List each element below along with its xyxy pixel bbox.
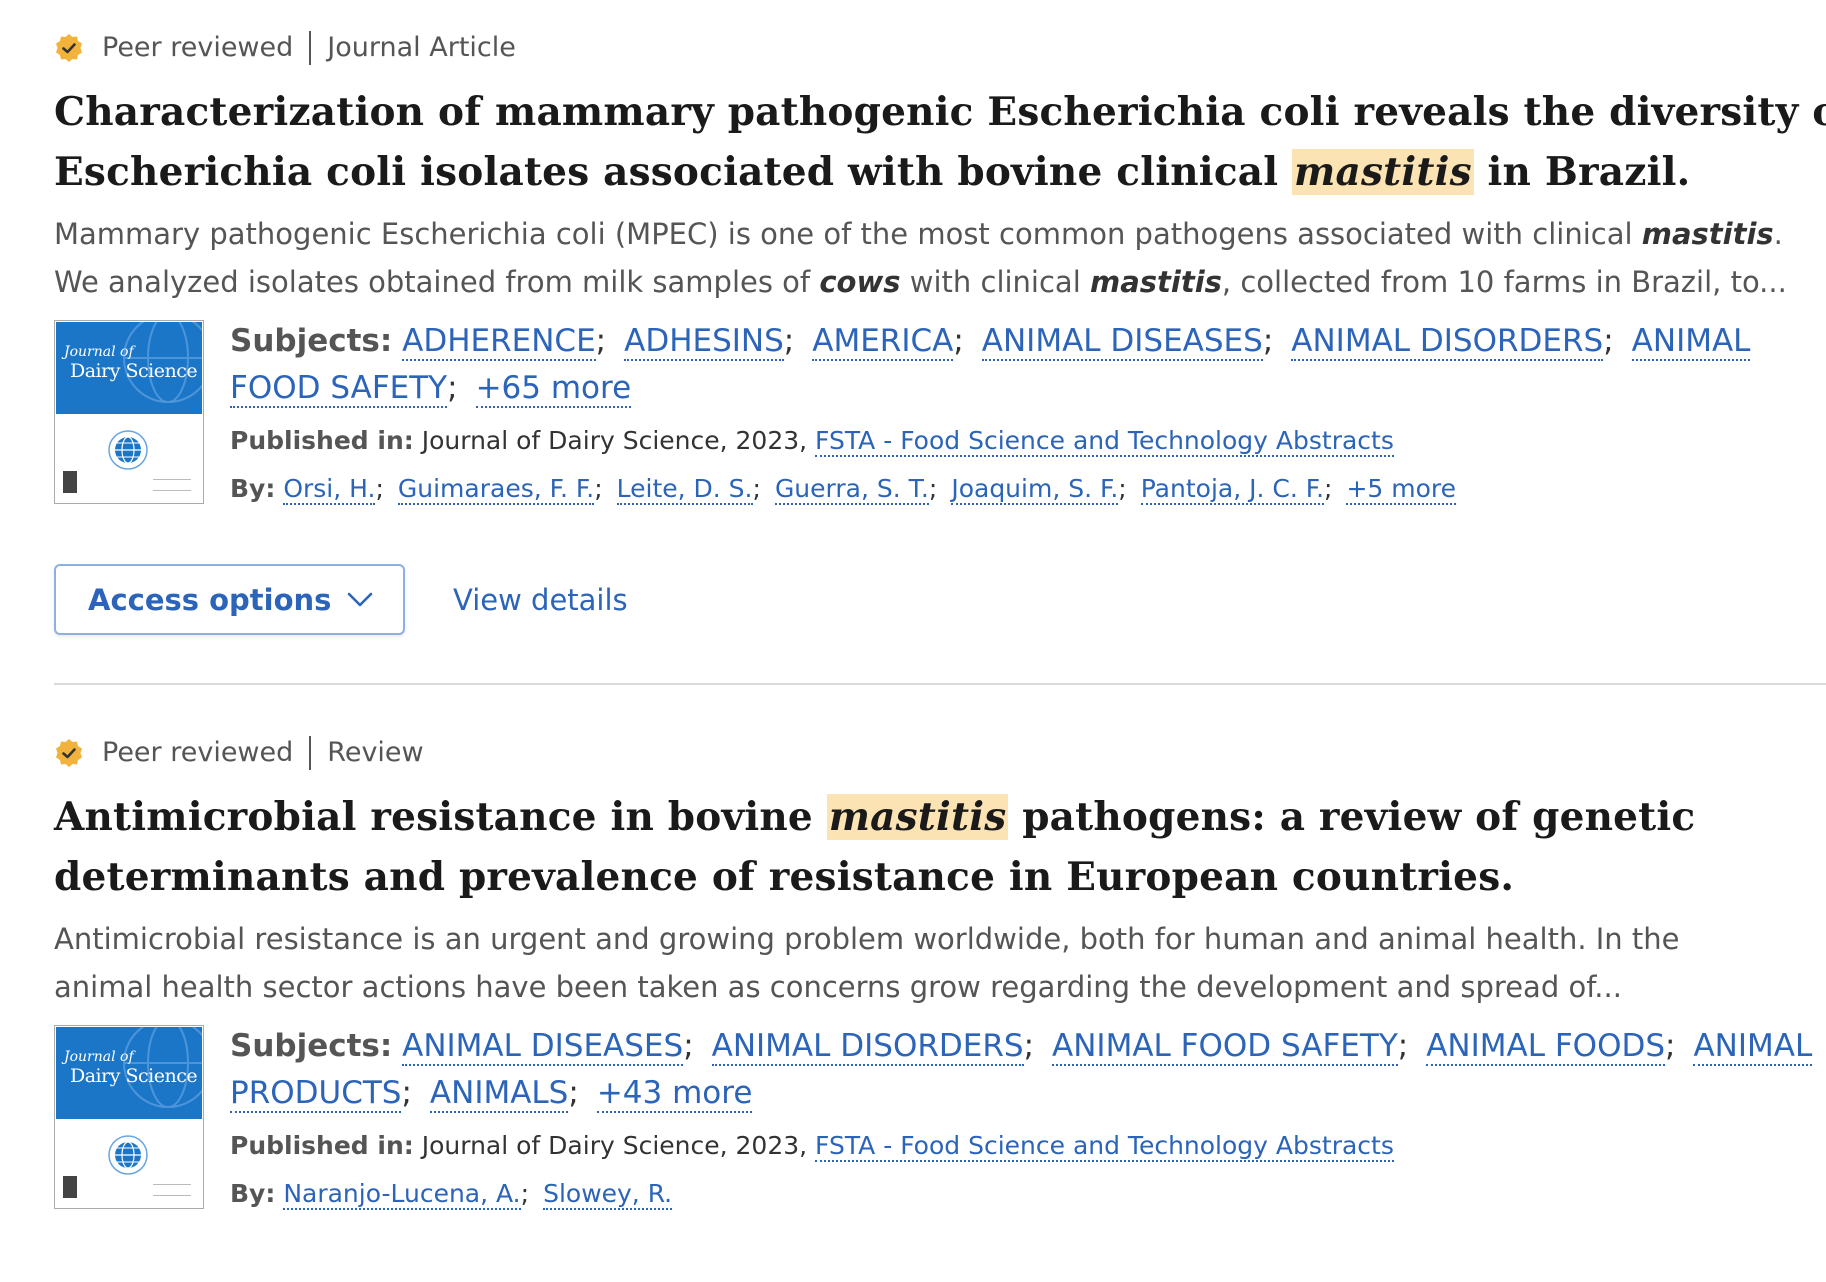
abstract-line: Mammary pathogenic Escherichia coli (MPE… bbox=[54, 217, 1783, 251]
subjects-label: Subjects: bbox=[230, 323, 393, 359]
cover-journal-name: Dairy Science bbox=[70, 1065, 198, 1087]
result-info: Subjects: ADHERENCE; ADHESINS; AMERICA; ANI… bbox=[230, 320, 1826, 508]
result-title[interactable]: Antimicrobial resistance in bovine masti… bbox=[54, 787, 1826, 907]
author-link[interactable]: Guimaraes, F. F. bbox=[397, 474, 595, 505]
subjects-label: Subjects: bbox=[230, 1028, 393, 1064]
access-options-button[interactable]: Access options bbox=[54, 564, 405, 635]
title-text: Escherichia coli isolates associated wit… bbox=[54, 149, 1293, 195]
authors-more-link[interactable]: +5 more bbox=[1346, 474, 1457, 505]
peer-reviewed-label: Peer reviewed bbox=[102, 737, 294, 768]
globe-icon bbox=[108, 430, 148, 470]
chevron-down-icon bbox=[347, 592, 373, 606]
title-text: pathogens: a review of genetic bbox=[1008, 794, 1696, 840]
result-detail: Journal of Dairy Science Subjects: bbox=[54, 320, 1826, 508]
view-details-link[interactable]: View details bbox=[453, 583, 628, 617]
result-abstract: Mammary pathogenic Escherichia coli (MPE… bbox=[54, 210, 1816, 306]
title-highlight: mastitis bbox=[826, 794, 1009, 840]
published-in: Published in: Journal of Dairy Science, … bbox=[230, 422, 1826, 460]
result-actions: Access options View details bbox=[54, 564, 1826, 635]
by-label: By: bbox=[230, 1179, 276, 1208]
abstract-line: Antimicrobial resistance is an urgent an… bbox=[54, 922, 1680, 956]
result-divider bbox=[54, 683, 1826, 685]
document-type: Review bbox=[327, 737, 424, 768]
subject-link[interactable]: ANIMALS bbox=[429, 1075, 569, 1113]
authors-list: By: Naranjo-Lucena, A.; Slowey, R. bbox=[230, 1179, 673, 1210]
cover-fine-print bbox=[153, 1184, 191, 1196]
journal-cover-image[interactable]: Journal of Dairy Science bbox=[54, 320, 204, 504]
author-link[interactable]: Leite, D. S. bbox=[616, 474, 753, 505]
authors-list: By: Orsi, H.; Guimaraes, F. F.; Leite, D. … bbox=[230, 474, 1457, 505]
document-type: Journal Article bbox=[327, 32, 516, 63]
verified-badge-icon bbox=[56, 34, 82, 62]
author-link[interactable]: Pantoja, J. C. F. bbox=[1140, 474, 1325, 505]
title-highlight: mastitis bbox=[1292, 149, 1474, 195]
published-in: Published in: Journal of Dairy Science, … bbox=[230, 1127, 1826, 1165]
result-abstract: Antimicrobial resistance is an urgent an… bbox=[54, 915, 1816, 1011]
title-line: determinants and prevalence of resistanc… bbox=[54, 854, 1515, 900]
cover-banner: Journal of Dairy Science bbox=[56, 322, 202, 414]
author-link[interactable]: Guerra, S. T. bbox=[774, 474, 929, 505]
title-line: Characterization of mammary pathogenic E… bbox=[54, 89, 1826, 135]
published-label: Published in: bbox=[230, 1131, 414, 1160]
subjects-list: Subjects: ADHERENCE; ADHESINS; AMERICA; ANI… bbox=[230, 323, 1751, 408]
subject-link[interactable]: ANIMAL DISEASES bbox=[981, 323, 1263, 361]
result-meta: Peer reviewed Journal Article bbox=[54, 28, 1826, 68]
subject-link[interactable]: ANIMAL DISORDERS bbox=[1291, 323, 1604, 361]
meta-divider bbox=[309, 736, 312, 770]
subject-link[interactable]: ANIMAL DISORDERS bbox=[711, 1028, 1024, 1066]
subject-link[interactable]: ADHESINS bbox=[624, 323, 784, 361]
title-line: Escherichia coli isolates associated wit… bbox=[54, 142, 1826, 202]
search-results: Peer reviewed Journal Article Characteri… bbox=[54, 28, 1826, 1213]
result-title[interactable]: Characterization of mammary pathogenic E… bbox=[54, 82, 1826, 202]
journal-cover-image[interactable]: Journal of Dairy Science bbox=[54, 1025, 204, 1209]
result-meta: Peer reviewed Review bbox=[54, 733, 1826, 773]
author-link[interactable]: Orsi, H. bbox=[283, 474, 376, 505]
subjects-list: Subjects: ANIMAL DISEASES; ANIMAL DISORDE… bbox=[230, 1028, 1813, 1113]
abstract-line: animal health sector actions have been t… bbox=[54, 970, 1622, 1004]
publisher-logo-icon bbox=[63, 471, 77, 493]
subjects-more-link[interactable]: +43 more bbox=[596, 1075, 753, 1113]
subjects-more-link[interactable]: +65 more bbox=[475, 370, 632, 408]
subject-link[interactable]: ADHERENCE bbox=[402, 323, 596, 361]
author-link[interactable]: Slowey, R. bbox=[543, 1179, 673, 1210]
cover-fine-print bbox=[153, 479, 191, 491]
cover-journal-of: Journal of bbox=[64, 1049, 134, 1065]
result-item: Peer reviewed Review Antimicrobial resis… bbox=[54, 733, 1826, 1213]
cover-banner: Journal of Dairy Science bbox=[56, 1027, 202, 1119]
verified-badge-icon bbox=[56, 739, 82, 767]
author-link[interactable]: Naranjo-Lucena, A. bbox=[283, 1179, 521, 1210]
title-line: Antimicrobial resistance in bovine masti… bbox=[54, 787, 1826, 847]
publisher-logo-icon bbox=[63, 1176, 77, 1198]
result-item: Peer reviewed Journal Article Characteri… bbox=[54, 28, 1826, 635]
cover-journal-name: Dairy Science bbox=[70, 360, 198, 382]
subject-link[interactable]: ANIMAL DISEASES bbox=[402, 1028, 684, 1066]
globe-icon bbox=[108, 1135, 148, 1175]
subject-link[interactable]: ANIMAL FOOD SAFETY bbox=[1052, 1028, 1398, 1066]
subject-link[interactable]: ANIMAL FOODS bbox=[1426, 1028, 1666, 1066]
access-options-label: Access options bbox=[88, 582, 332, 617]
title-text: Antimicrobial resistance in bovine bbox=[54, 794, 827, 840]
abstract-line: We analyzed isolates obtained from milk … bbox=[54, 265, 1787, 299]
author-link[interactable]: Joaquim, S. F. bbox=[951, 474, 1119, 505]
meta-divider bbox=[309, 31, 312, 65]
published-text: Journal of Dairy Science, 2023, bbox=[421, 1131, 816, 1160]
result-detail: Journal of Dairy Science Subjects: bbox=[54, 1025, 1826, 1213]
database-link[interactable]: FSTA - Food Science and Technology Abstr… bbox=[815, 1131, 1394, 1162]
by-label: By: bbox=[230, 474, 276, 503]
subject-link[interactable]: AMERICA bbox=[812, 323, 954, 361]
published-label: Published in: bbox=[230, 426, 414, 455]
published-text: Journal of Dairy Science, 2023, bbox=[421, 426, 816, 455]
cover-journal-of: Journal of bbox=[64, 344, 134, 360]
title-text: in Brazil. bbox=[1473, 149, 1691, 195]
peer-reviewed-label: Peer reviewed bbox=[102, 32, 294, 63]
result-info: Subjects: ANIMAL DISEASES; ANIMAL DISORDE… bbox=[230, 1025, 1826, 1213]
database-link[interactable]: FSTA - Food Science and Technology Abstr… bbox=[815, 426, 1394, 457]
